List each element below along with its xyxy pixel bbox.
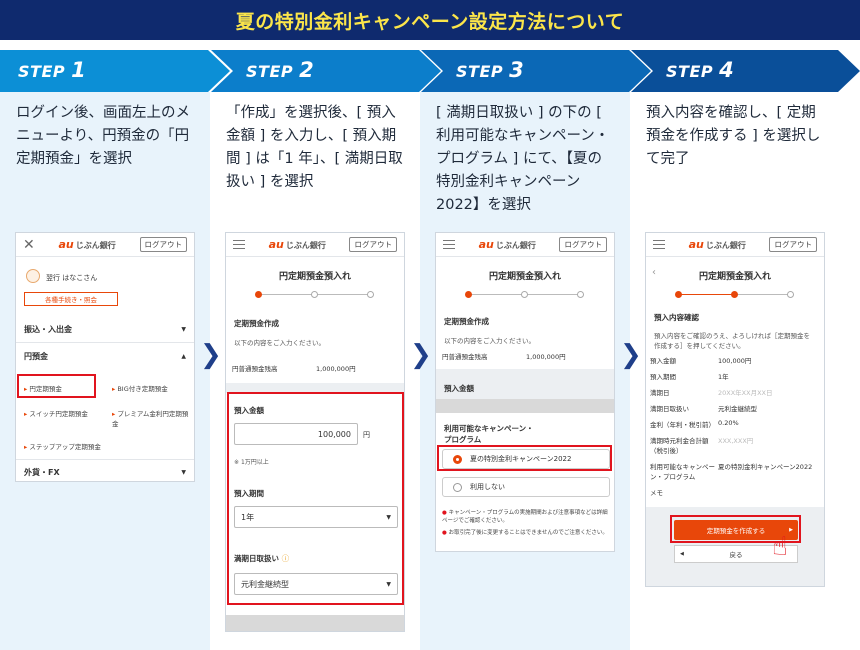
submenu-premium-deposit[interactable]: プレミアム金利円定期預金	[112, 408, 192, 428]
step-label: STEP	[246, 62, 294, 81]
step-number: 4	[719, 58, 735, 82]
detail-row: 満期日取扱い 元利金継続型	[650, 405, 757, 413]
step-label: STEP	[18, 62, 66, 81]
submenu-switch-deposit[interactable]: スイッチ円定期預金	[24, 408, 88, 418]
step-number: 2	[299, 58, 315, 82]
section-title: 預入内容確認	[654, 313, 699, 322]
user-name: 翌行 はなこさん	[46, 274, 98, 282]
app-header: au じぶん銀行 ログアウト	[646, 233, 824, 257]
balance-value: 1,000,000円	[526, 353, 566, 361]
screen-title: 円定期預金預入れ	[278, 272, 351, 282]
step-4-description: 預入内容を確認し、[ 定期預金を作成する ] を選択して完了	[646, 105, 821, 167]
progress-indicator	[465, 288, 585, 302]
close-icon[interactable]: ✕	[23, 238, 35, 252]
chevron-right-icon: ❯	[200, 340, 222, 370]
alert-icon: ●	[442, 530, 447, 536]
procedures-button[interactable]: 各種手続き・照会	[24, 292, 118, 306]
section-title: 定期預金作成	[234, 319, 279, 328]
caret-down-icon: ▼	[181, 326, 186, 333]
progress-indicator	[675, 288, 795, 302]
step-label: STEP	[666, 62, 714, 81]
menu-icon[interactable]	[653, 240, 665, 249]
logout-button[interactable]: ログアウト	[349, 237, 397, 252]
balance-label: 円普通預金残高	[232, 365, 278, 373]
menu-icon[interactable]	[233, 240, 245, 249]
detail-row: 満期日 20XX年XX月XX日	[650, 389, 773, 397]
caret-up-icon: ▲	[181, 352, 186, 360]
chevron-right-icon: ❯	[620, 340, 642, 370]
page-title: 夏の特別金利キャンペーン設定方法について	[235, 10, 625, 33]
app-header: au じぶん銀行 ログアウト	[226, 233, 404, 257]
balance-label: 円普通預金残高	[442, 353, 488, 361]
menu-yen-deposit[interactable]: 円預金 ▲	[16, 343, 194, 369]
step-3-description: [ 満期日取扱い ] の下の [ 利用可能なキャンペーン・プログラム ] にて、…	[436, 105, 610, 213]
logout-button[interactable]: ログアウト	[769, 237, 817, 252]
campaign-note-2: ● お取引完了後に変更することはできませんのでご注意ください。	[442, 530, 608, 536]
balance-value: 1,000,000円	[316, 365, 356, 373]
menu-fx[interactable]: 外貨・FX ▼	[16, 459, 194, 481]
logout-button[interactable]: ログアウト	[559, 237, 607, 252]
detail-row: メモ	[650, 489, 663, 497]
menu-icon[interactable]	[443, 240, 455, 249]
submenu-big-deposit[interactable]: BIG付き定期預金	[112, 383, 167, 393]
instruction-text: 預入内容をご確認のうえ、よろしければ［定期預金を作成する］を押してください。	[654, 332, 810, 350]
chevron-right-icon: ❯	[410, 340, 432, 370]
bank-logo: au じぶん銀行	[478, 238, 536, 251]
step-2-description: 「作成」を選択後、[ 預入金額 ] を入力し、[ 預入期間 ] は「1 年」、[…	[226, 105, 403, 190]
campaign-option-none[interactable]: 利用しない	[442, 477, 610, 497]
pointer-hand-icon: ☝	[772, 532, 788, 562]
detail-row: 預入金額 100,000円	[650, 357, 752, 365]
campaign-label: 利用可能なキャンペーン・プログラム	[444, 424, 534, 444]
bank-logo: au じぶん銀行	[688, 238, 746, 251]
step-label: STEP	[456, 62, 504, 81]
detail-row: 金利（年利・税引前） 0.20%	[650, 419, 739, 429]
page-title-banner: 夏の特別金利キャンペーン設定方法について	[0, 0, 860, 40]
instruction-text: 以下の内容をご入力ください。	[444, 337, 535, 345]
campaign-note-1: ● キャンペーン・プログラムの実施期間および注意事項などは詳細ページでご確認くだ…	[442, 510, 608, 524]
app-header: ✕ au じぶん銀行 ログアウト	[16, 233, 194, 257]
highlight-campaign-option	[437, 445, 612, 471]
app-header: au じぶん銀行 ログアウト	[436, 233, 614, 257]
highlight-input-area	[227, 392, 404, 605]
detail-row: 満期時元利金合計額（税引後） XXX,XXX円	[650, 437, 754, 455]
logout-button[interactable]: ログアウト	[139, 237, 187, 252]
bank-logo: au じぶん銀行	[58, 238, 116, 251]
avatar	[26, 269, 40, 283]
phone-screen-step-1: ✕ au じぶん銀行 ログアウト 翌行 はなこさん 各種手続き・照会 振込・入出金…	[15, 232, 195, 482]
step-number: 3	[509, 58, 525, 82]
back-chevron-icon[interactable]: ‹	[652, 267, 656, 278]
phone-screen-step-3: au じぶん銀行 ログアウト 円定期預金預入れ 定期預金作成 以下の内容をご入力く…	[435, 232, 615, 552]
amount-label: 預入金額	[444, 384, 474, 393]
screen-title: 円定期預金預入れ	[698, 272, 771, 282]
progress-indicator	[255, 288, 375, 302]
bank-logo: au じぶん銀行	[268, 238, 326, 251]
detail-row: 預入期間 1年	[650, 373, 729, 381]
step-number: 1	[71, 58, 87, 82]
step-1-description: ログイン後、画面左上のメニューより、円預金の「円定期預金」を選択	[16, 105, 190, 167]
caret-left-icon: ◀	[680, 551, 684, 557]
instruction-text: 以下の内容をご入力ください。	[234, 339, 325, 347]
screen-title: 円定期預金預入れ	[488, 272, 561, 282]
alert-icon: ●	[442, 510, 447, 516]
detail-row: 利用可能なキャンペーン・プログラム 夏の特別金利キャンペーン2022	[650, 463, 813, 481]
menu-transfer[interactable]: 振込・入出金 ▼	[16, 317, 194, 343]
caret-down-icon: ▼	[181, 468, 186, 476]
radio-unselected-icon	[453, 482, 462, 492]
highlight-fixed-deposit	[17, 374, 96, 398]
section-title: 定期預金作成	[444, 317, 489, 326]
submenu-stepup-deposit[interactable]: ステップアップ定期預金	[24, 441, 101, 451]
